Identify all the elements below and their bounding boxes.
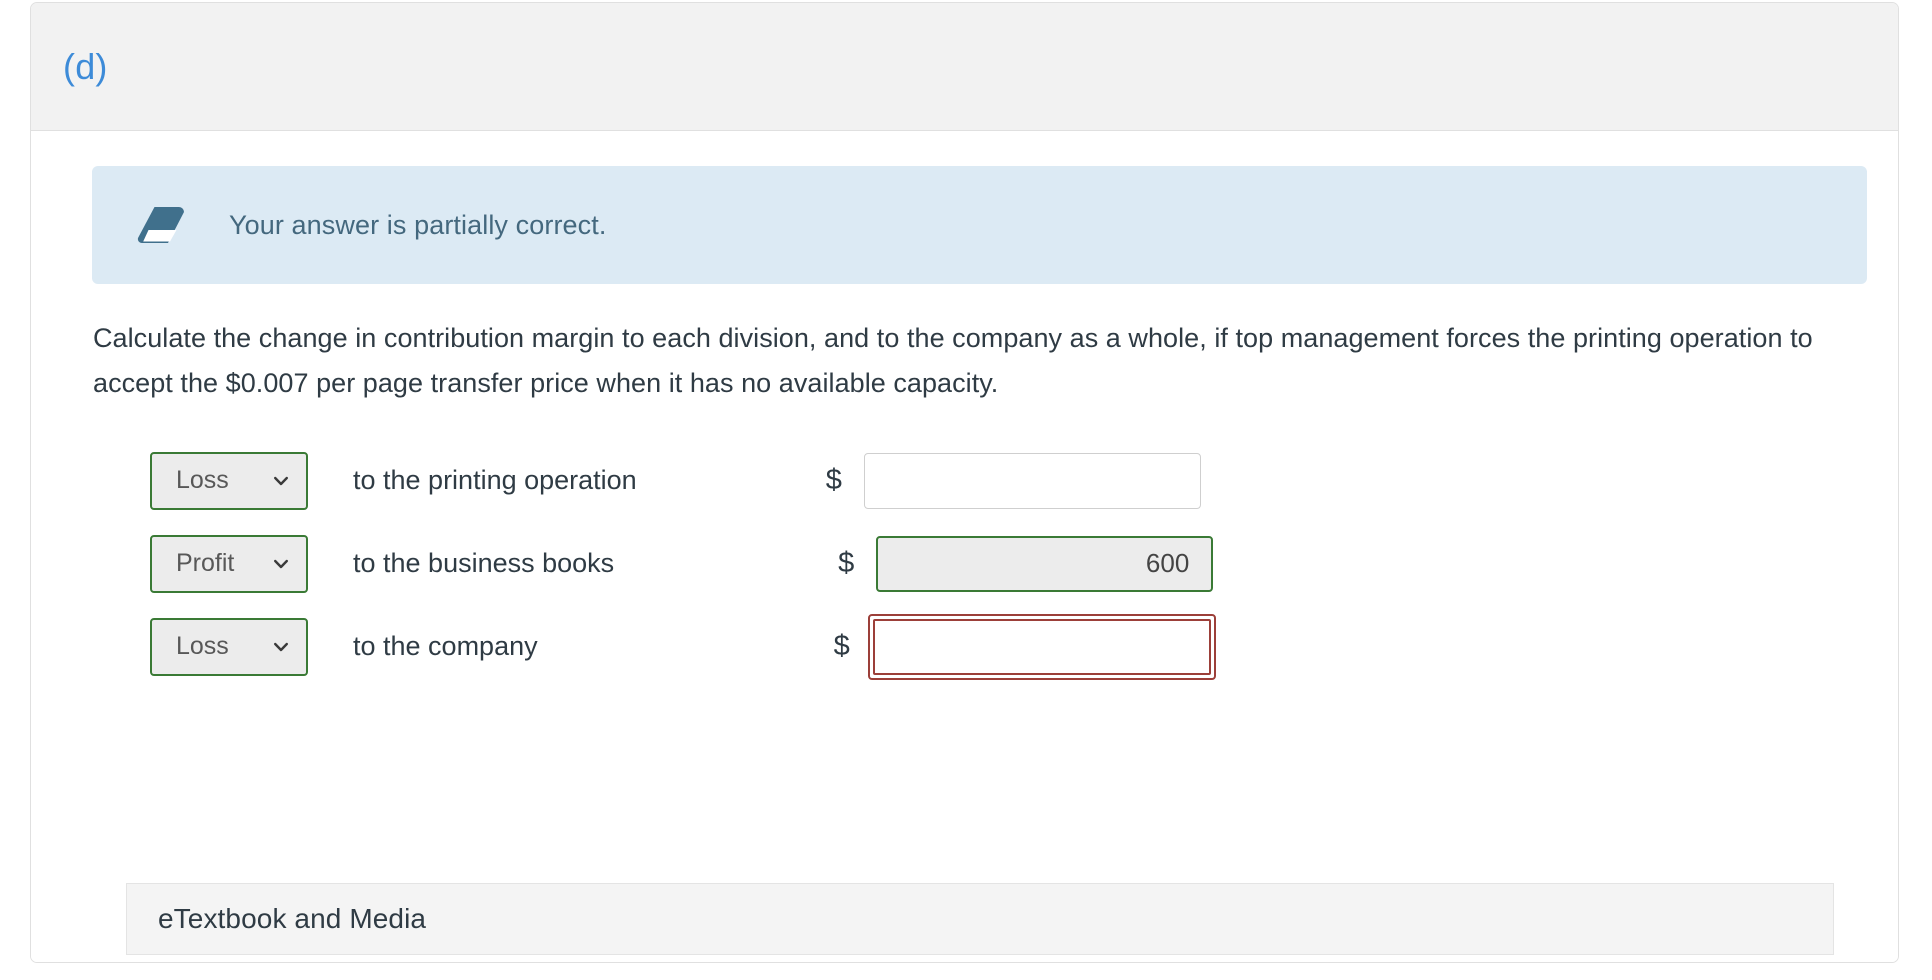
answer-row: Loss to the printing operation $ (31, 439, 1898, 522)
amount-input-printing[interactable] (863, 452, 1201, 509)
chevron-down-icon (273, 639, 289, 655)
etextbook-label: eTextbook and Media (158, 903, 427, 934)
page-title: (d) (63, 45, 108, 87)
status-message: Your answer is partially correct. (229, 209, 607, 240)
status-banner: Your answer is partially correct. (92, 166, 1867, 284)
chevron-down-icon (273, 556, 289, 572)
select-value: Loss (176, 466, 229, 494)
select-value: Profit (176, 549, 235, 577)
answer-rows: Loss to the printing operation $ Profit … (31, 439, 1898, 688)
answer-row-label: to the company (353, 631, 538, 661)
question-text: Calculate the change in contribution mar… (93, 323, 1813, 398)
answer-row-label: to the business books (353, 548, 615, 578)
profit-loss-select-business-books[interactable]: Profit (150, 534, 308, 593)
profit-loss-select-company[interactable]: Loss (150, 617, 308, 676)
currency-symbol: $ (838, 547, 855, 579)
amount-input-business-books[interactable]: 600 (876, 535, 1214, 592)
eraser-icon (135, 203, 187, 247)
chevron-down-icon (273, 473, 289, 489)
select-value: Loss (176, 632, 229, 660)
page-root: (d) Your answer is partially correct. Ca… (0, 0, 1932, 980)
profit-loss-select-printing[interactable]: Loss (150, 451, 308, 510)
answer-row-label: to the printing operation (353, 465, 637, 495)
answer-row: Loss to the company $ (31, 605, 1898, 688)
currency-symbol: $ (833, 630, 850, 662)
amount-input-company-wrapper (867, 613, 1216, 680)
card-header: (d) (31, 3, 1898, 131)
answer-row: Profit to the business books $ 600 (31, 522, 1898, 605)
card-body: Your answer is partially correct. Calcul… (31, 131, 1898, 962)
currency-symbol: $ (825, 464, 842, 496)
etextbook-and-media-section[interactable]: eTextbook and Media (126, 883, 1834, 955)
amount-input-company[interactable] (872, 618, 1211, 675)
question-card: (d) Your answer is partially correct. Ca… (30, 2, 1899, 963)
